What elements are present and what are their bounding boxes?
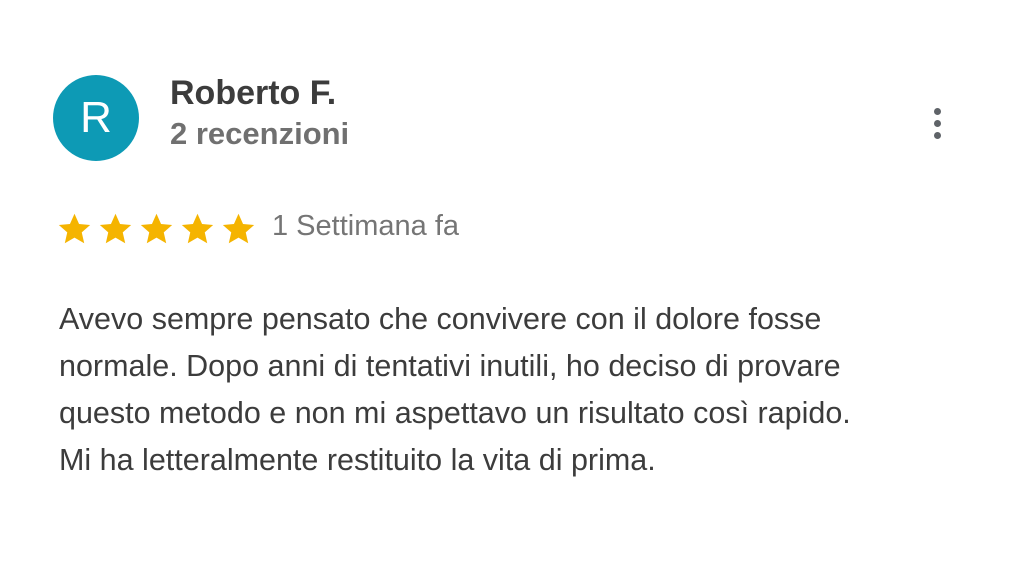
review-count[interactable]: 2 recenzioni [170,116,349,152]
star-icon [58,213,91,244]
author-name[interactable]: Roberto F. [170,74,336,113]
review-card: R Roberto F. 2 recenzioni 1 Settimana fa… [0,0,1024,577]
more-options-button[interactable] [920,100,954,146]
review-text-line: normale. Dopo anni di tentativi inutili,… [59,349,841,383]
more-vertical-icon-dot [933,131,941,139]
review-text-line: Avevo sempre pensato che convivere con i… [59,302,822,336]
avatar[interactable]: R [53,75,139,161]
star-icon [140,213,173,244]
review-date: 1 Settimana fa [272,210,459,242]
star-icon [99,213,132,244]
more-vertical-icon [933,107,941,115]
avatar-letter: R [80,93,112,142]
review-text: Avevo sempre pensato che convivere con i… [59,296,979,484]
review-text-line: Mi ha letteralmente restituito la vita d… [59,443,656,477]
star-rating [55,211,258,248]
star-icon [222,213,255,244]
more-vertical-icon-dot [933,119,941,127]
star-icon [181,213,214,244]
review-text-line: questo metodo e non mi aspettavo un risu… [59,396,851,430]
